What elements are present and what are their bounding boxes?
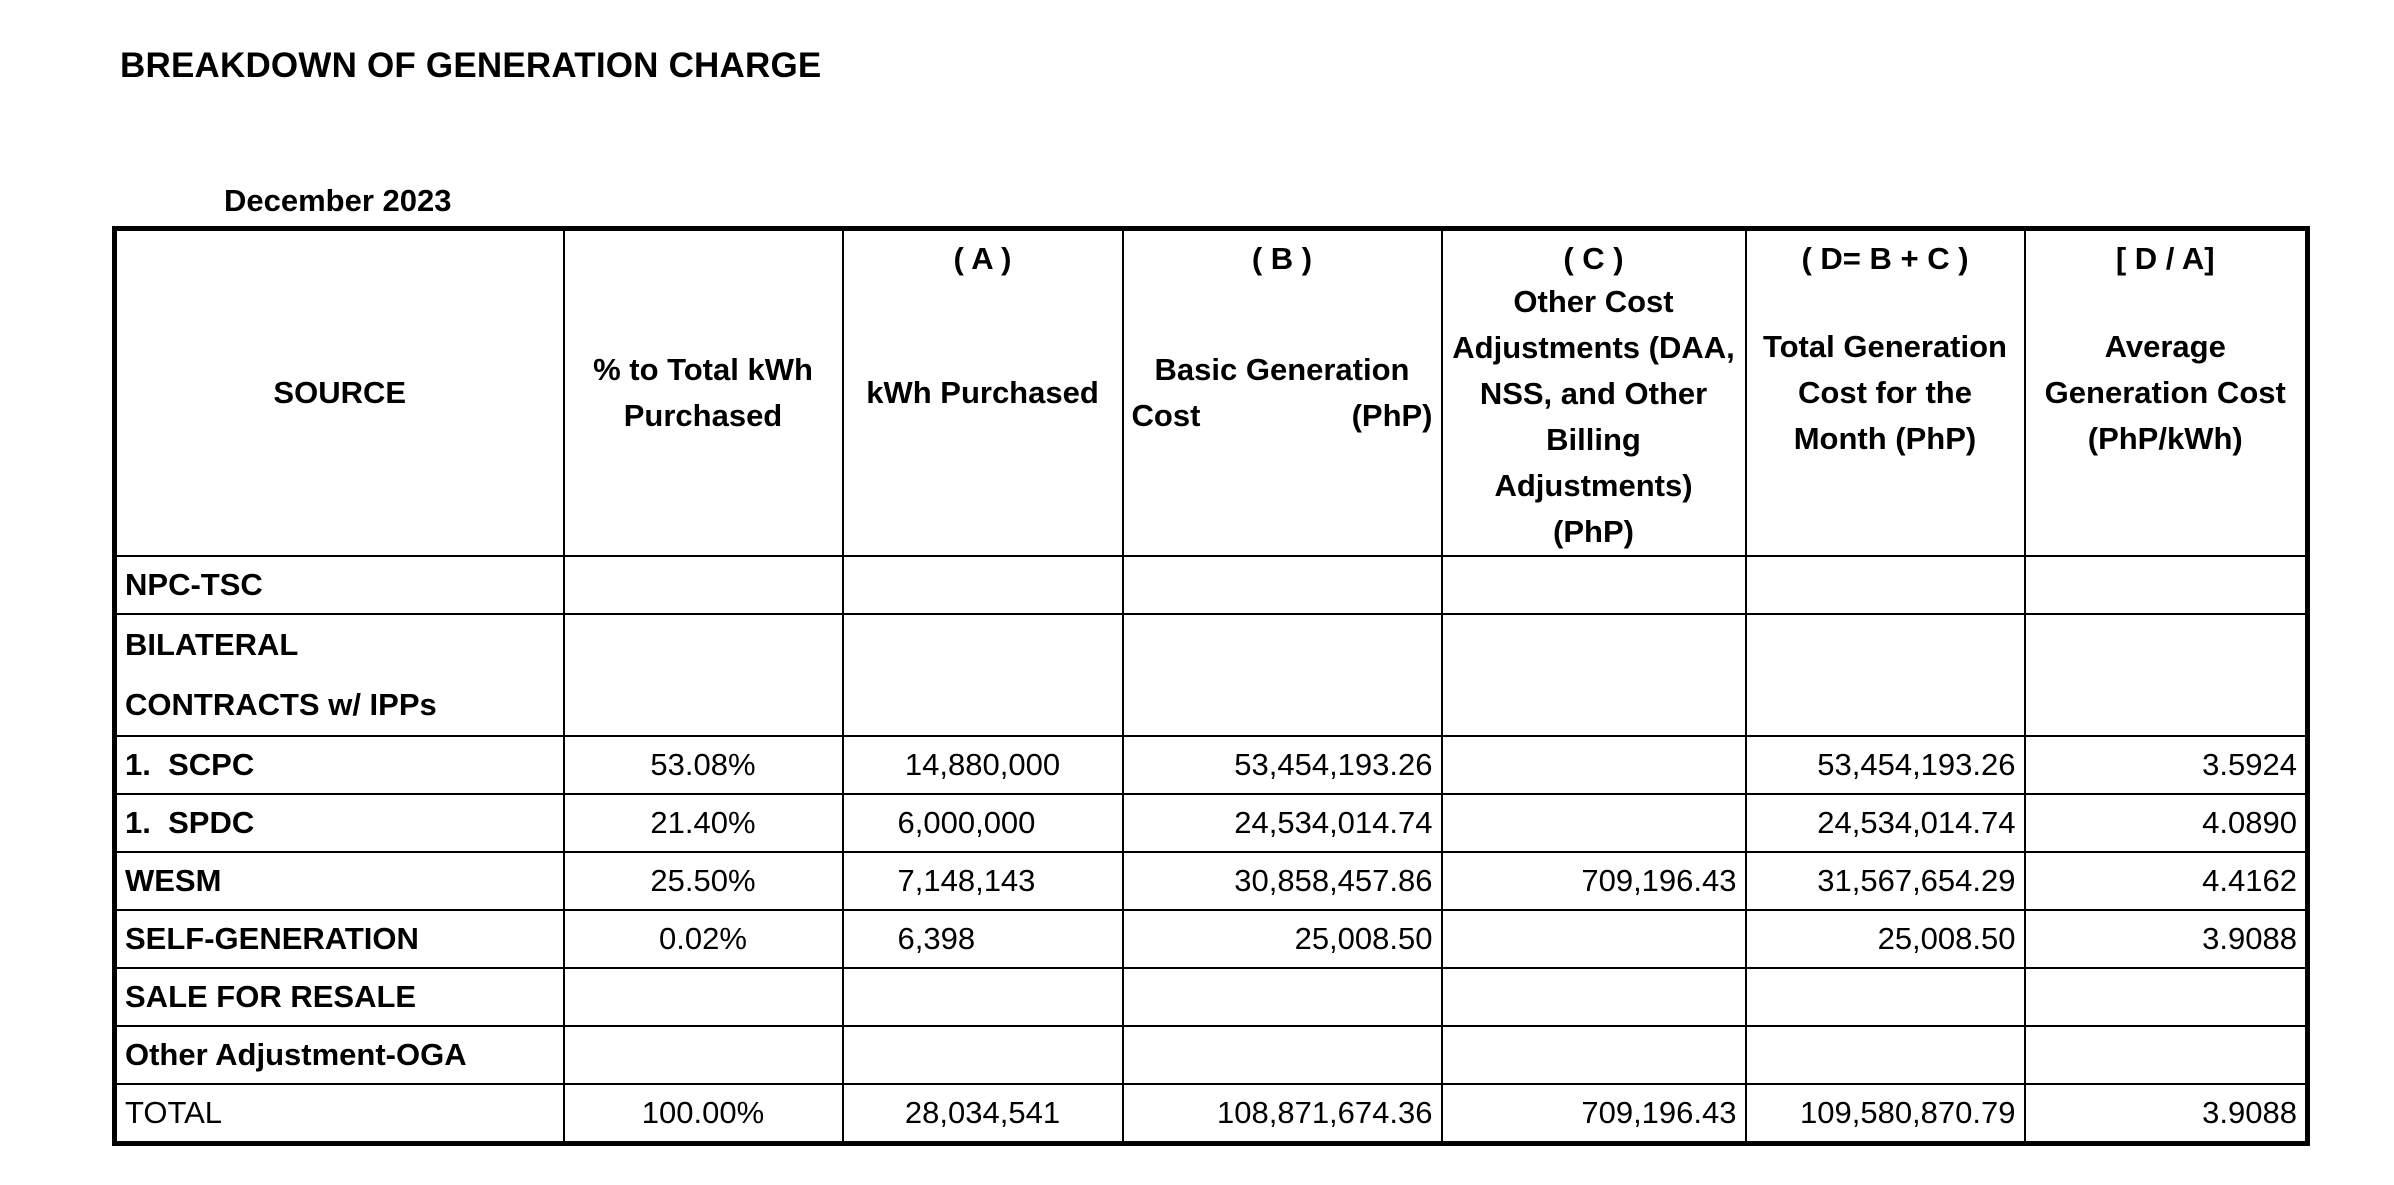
- basic-cost-cell: 108,871,674.36: [1121, 1083, 1443, 1145]
- header-row: SOURCE % to Total kWh Purchased ( A ) kW…: [113, 227, 2309, 557]
- basic-cost-cell: 30,858,457.86: [1121, 851, 1443, 911]
- table-row-sale-for-resale: SALE FOR RESALE: [113, 967, 2309, 1027]
- percent-cell: 0.02%: [562, 909, 844, 969]
- source-cell: WESM: [113, 851, 565, 911]
- percent-cell: 25.50%: [562, 851, 844, 911]
- kwh-cell: 6,000,000: [841, 793, 1124, 853]
- other-cost-cell: 709,196.43: [1440, 1083, 1747, 1145]
- column-letter-a: ( A ): [953, 241, 1012, 276]
- total-cost-cell: 24,534,014.74: [1744, 793, 2026, 853]
- column-letter-d: ( D= B + C ): [1801, 241, 1969, 276]
- column-letter-c: ( C ): [1563, 241, 1624, 276]
- total-cost-cell: 25,008.50: [1744, 909, 2026, 969]
- table-row-self-generation: SELF-GENERATION 0.02% 6,398 25,008.50 25…: [113, 909, 2309, 969]
- table-row-scpc: 1. SCPC 53.08% 14,880,000 53,454,193.26 …: [113, 735, 2309, 795]
- header-percent: % to Total kWh Purchased: [562, 227, 844, 557]
- other-cost-cell: [1440, 909, 1747, 969]
- table-row-total: TOTAL 100.00% 28,034,541 108,871,674.36 …: [113, 1083, 2309, 1145]
- other-cost-cell: [1440, 793, 1747, 853]
- total-cost-cell: 31,567,654.29: [1744, 851, 2026, 911]
- source-cell: SELF-GENERATION: [113, 909, 565, 969]
- kwh-cell: 7,148,143: [841, 851, 1124, 911]
- table-row-wesm: WESM 25.50% 7,148,143 30,858,457.86 709,…: [113, 851, 2309, 911]
- percent-cell: 53.08%: [562, 735, 844, 795]
- source-cell: 1. SCPC: [113, 735, 565, 795]
- source-cell: TOTAL: [113, 1083, 565, 1145]
- column-letter-b: ( B ): [1251, 241, 1313, 276]
- average-cost-cell: 3.9088: [2023, 909, 2309, 969]
- average-cost-cell: 4.4162: [2023, 851, 2309, 911]
- average-cost-cell: 3.9088: [2023, 1083, 2309, 1145]
- basic-cost-cell: 53,454,193.26: [1121, 735, 1443, 795]
- column-letter-da: [ D / A]: [2115, 241, 2215, 276]
- header-total-cost: ( D= B + C ) Total Generation Cost for t…: [1744, 227, 2026, 557]
- header-basic-cost: ( B ) Basic Generation Cost (PhP): [1121, 227, 1443, 557]
- header-other-cost: ( C ) Other Cost Adjustments (DAA, NSS, …: [1440, 227, 1747, 557]
- kwh-cell: 28,034,541: [841, 1083, 1124, 1145]
- percent-cell: 21.40%: [562, 793, 844, 853]
- table-row-spdc: 1. SPDC 21.40% 6,000,000 24,534,014.74 2…: [113, 793, 2309, 853]
- other-cost-cell: 709,196.43: [1440, 851, 1747, 911]
- table-row-npc: NPC-TSC: [113, 555, 2309, 615]
- total-cost-cell: 109,580,870.79: [1744, 1083, 2026, 1145]
- generation-charge-table: SOURCE % to Total kWh Purchased ( A ) kW…: [112, 226, 2310, 1146]
- percent-cell: 100.00%: [562, 1083, 844, 1145]
- basic-cost-cell: 25,008.50: [1121, 909, 1443, 969]
- table-row-bilateral: BILATERAL CONTRACTS w/ IPPs: [113, 613, 2309, 737]
- table-row-other-adjustment: Other Adjustment-OGA: [113, 1025, 2309, 1085]
- source-cell: Other Adjustment-OGA: [113, 1025, 565, 1085]
- header-source: SOURCE: [113, 227, 565, 557]
- source-cell: SALE FOR RESALE: [113, 967, 565, 1027]
- document-title: BREAKDOWN OF GENERATION CHARGE: [120, 46, 822, 85]
- header-average-cost: [ D / A] Average Generation Cost (PhP/kW…: [2023, 227, 2309, 557]
- total-cost-cell: 53,454,193.26: [1744, 735, 2026, 795]
- other-cost-cell: [1440, 735, 1747, 795]
- kwh-cell: 14,880,000: [841, 735, 1124, 795]
- report-period: December 2023: [224, 183, 452, 218]
- source-cell: BILATERAL CONTRACTS w/ IPPs: [113, 613, 565, 737]
- kwh-cell: 6,398: [841, 909, 1124, 969]
- header-kwh: ( A ) kWh Purchased: [841, 227, 1124, 557]
- average-cost-cell: 4.0890: [2023, 793, 2309, 853]
- average-cost-cell: 3.5924: [2023, 735, 2309, 795]
- source-cell: NPC-TSC: [113, 555, 565, 615]
- source-cell: 1. SPDC: [113, 793, 565, 853]
- basic-cost-cell: 24,534,014.74: [1121, 793, 1443, 853]
